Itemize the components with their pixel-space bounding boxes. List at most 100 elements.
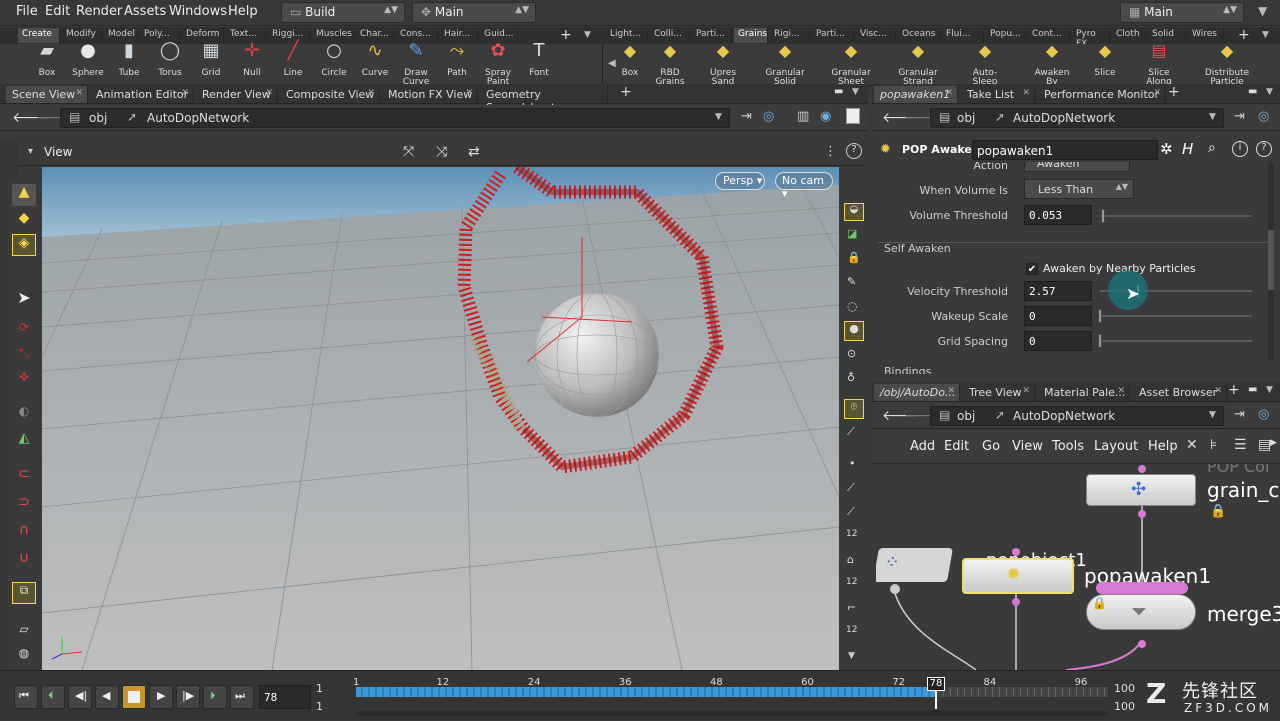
lasso-icon[interactable]: ◍: [12, 646, 36, 666]
start-frame-label[interactable]: 1: [316, 682, 323, 695]
source-node[interactable]: ⁘: [876, 548, 953, 582]
tool-draw-curve[interactable]: ✎ Draw Curve: [393, 42, 439, 87]
geometry-icon[interactable]: ◪: [847, 227, 857, 240]
rotate-tool-icon[interactable]: ⟳: [12, 320, 36, 340]
wakeup-scale-field[interactable]: 0: [1024, 306, 1092, 326]
wakeup-scale-slider[interactable]: [1098, 309, 1252, 323]
network-menu-layout[interactable]: Layout: [1094, 439, 1138, 454]
tool-auto-sleep-particles[interactable]: ◆Auto-SleepParticles: [962, 43, 1008, 96]
param-path-field[interactable]: ▤ obj ➚ AutoDopNetwork ▼: [930, 108, 1224, 128]
tool-slice-along-line[interactable]: ▤SliceAlong Line: [1136, 43, 1182, 96]
shelf-tab[interactable]: Grains: [734, 28, 768, 43]
tree-icon[interactable]: ⊧: [1210, 437, 1217, 453]
add-shelf-icon[interactable]: +: [560, 27, 572, 43]
tool-sphere[interactable]: ● Sphere: [65, 42, 111, 84]
close-icon[interactable]: ✕: [947, 386, 955, 396]
close-icon[interactable]: ✕: [945, 88, 953, 98]
snapshot-icon[interactable]: [846, 108, 860, 124]
handle-tool-icon[interactable]: ◈: [12, 234, 36, 256]
timeline-track[interactable]: [356, 687, 1108, 697]
when-volume-dropdown[interactable]: Less Than ▲▼: [1024, 179, 1134, 199]
chevron-down-icon[interactable]: ▼: [1258, 4, 1267, 18]
shelf-tab[interactable]: Wires: [1188, 28, 1224, 43]
tool-distribute-particle-fluid[interactable]: ◆DistributeParticle Fluid: [1200, 43, 1254, 96]
tab-take-list[interactable]: Take List ✕: [961, 86, 1035, 103]
tool-granular-sheet[interactable]: ◆ Granular Sheet: [828, 43, 874, 87]
scale-tool-icon[interactable]: ⤡: [12, 346, 36, 366]
tab-material-palette[interactable]: Material Pale... ✕: [1038, 384, 1130, 401]
persp-menu[interactable]: Persp ▾: [715, 172, 765, 190]
menu-file[interactable]: File: [16, 4, 38, 19]
display-options-icon[interactable]: ▥: [797, 109, 809, 124]
node-name-field[interactable]: popawaken1: [972, 140, 1158, 160]
chevron-down-icon[interactable]: ▼: [1262, 30, 1269, 40]
network-menu-add[interactable]: Add: [910, 439, 935, 454]
tool-path[interactable]: ⤳ Path: [434, 42, 480, 84]
grain-collide-node-name[interactable]: grain_c: [1207, 478, 1279, 502]
path-network[interactable]: AutoDopNetwork: [147, 111, 249, 125]
info-icon[interactable]: i: [1232, 141, 1248, 157]
menu-render[interactable]: Render: [76, 4, 122, 19]
tools-icon[interactable]: ✕: [1186, 437, 1198, 453]
grid-spacing-field[interactable]: 0: [1024, 331, 1092, 351]
shelf-tab[interactable]: Flui...: [942, 28, 984, 43]
output-connector[interactable]: [1138, 640, 1146, 648]
global-end-label[interactable]: 100: [1114, 700, 1135, 713]
maximize-icon[interactable]: ▬: [1248, 86, 1257, 97]
close-icon[interactable]: ✕: [75, 88, 83, 98]
chevron-down-icon[interactable]: ▼: [852, 87, 859, 97]
help-icon[interactable]: ?: [846, 143, 862, 159]
tool-rbd-grains[interactable]: ◆ RBD Grains: [647, 43, 693, 87]
search-icon[interactable]: ⌕: [1208, 140, 1216, 156]
path-network[interactable]: AutoDopNetwork: [1013, 111, 1115, 125]
playhead[interactable]: [935, 691, 937, 709]
network-menu-view[interactable]: View: [1012, 439, 1043, 454]
gear-icon[interactable]: ✲: [1160, 140, 1173, 158]
scrollbar-thumb[interactable]: [1268, 230, 1274, 290]
context-dropdown[interactable]: ✥ Main ▲▼: [412, 2, 536, 23]
add-shelf-icon[interactable]: +: [1238, 27, 1250, 43]
prev-frame-button[interactable]: ◀|: [68, 685, 92, 709]
toolbar-options-icon[interactable]: ⋮: [824, 144, 837, 159]
render-icon[interactable]: ◉: [820, 109, 831, 124]
pose-tool-icon[interactable]: ✜: [12, 370, 36, 390]
paint-icon[interactable]: ⟋: [847, 425, 855, 439]
add-tab-icon[interactable]: +: [1228, 382, 1240, 398]
jump-end-button[interactable]: ⏭: [230, 685, 254, 709]
range-bar[interactable]: [356, 711, 1108, 716]
close-icon[interactable]: ✕: [1022, 88, 1030, 98]
viewport-scene[interactable]: [42, 167, 839, 670]
step-end-button[interactable]: ⏵: [203, 685, 227, 709]
wire-icon[interactable]: ✎: [847, 275, 856, 288]
tab-scene-view[interactable]: Scene View ✕: [6, 86, 88, 103]
right-desktop-dropdown[interactable]: ▦ Main ▲▼: [1120, 2, 1244, 23]
list-icon[interactable]: ☰: [1234, 437, 1247, 453]
slider-knob[interactable]: [1098, 334, 1102, 348]
tool-line[interactable]: ╱ Line: [270, 42, 316, 84]
next-frame-button[interactable]: |▶: [176, 685, 200, 709]
camera-menu[interactable]: No cam ▾: [775, 172, 833, 200]
chevron-down-icon[interactable]: ▼: [1266, 385, 1273, 395]
path-network[interactable]: AutoDopNetwork: [1013, 409, 1115, 423]
menu-edit[interactable]: Edit: [45, 4, 70, 19]
close-icon[interactable]: ✕: [265, 88, 273, 98]
shelf-tab[interactable]: Visc...: [856, 28, 896, 43]
network-menu-help[interactable]: Help: [1148, 439, 1178, 454]
output-connector[interactable]: [890, 584, 900, 594]
link-icon[interactable]: ◎: [1258, 407, 1269, 422]
paint-tool-icon[interactable]: ◭: [12, 430, 36, 450]
network-menu-tools[interactable]: Tools: [1052, 439, 1084, 454]
tool-box[interactable]: ▰ Box: [24, 42, 70, 84]
view-menu-icon[interactable]: ▾: [28, 146, 33, 157]
stop-button[interactable]: [122, 685, 146, 709]
shelf-tab[interactable]: Popu...: [986, 28, 1026, 43]
brush-icon[interactable]: ⌂: [847, 553, 854, 566]
network-menu-edit[interactable]: Edit: [944, 439, 969, 454]
input-connector[interactable]: [1012, 548, 1020, 556]
visibility-icon[interactable]: ♁: [847, 371, 855, 384]
tool-slice[interactable]: ◆ Slice: [1082, 43, 1128, 84]
pointer-icon[interactable]: ➤: [12, 288, 36, 310]
eraser-icon[interactable]: ▱: [12, 622, 36, 642]
pin-camera-icon[interactable]: ⊙: [847, 347, 856, 360]
jump-start-button[interactable]: ⏮: [14, 685, 38, 709]
